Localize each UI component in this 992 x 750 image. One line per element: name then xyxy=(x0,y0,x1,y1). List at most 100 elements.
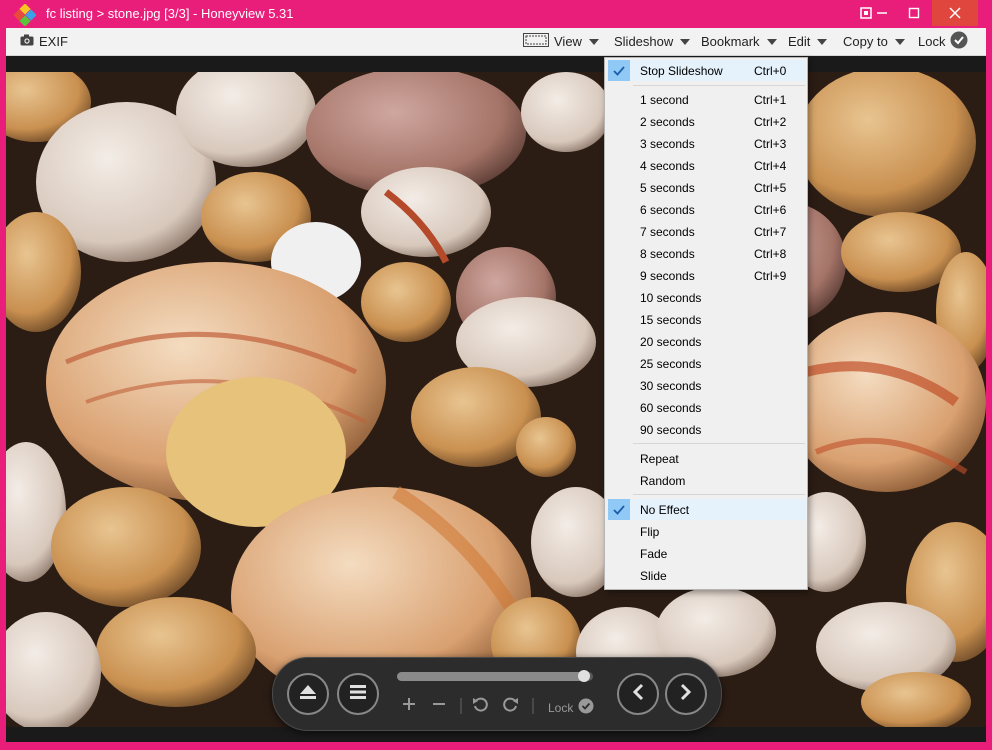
slideshow-label: Slideshow xyxy=(614,34,674,49)
honeyview-logo-icon xyxy=(13,3,37,27)
edit-menu-button[interactable]: Edit xyxy=(788,28,828,55)
menu-item-interval[interactable]: 3 seconds Ctrl+3 xyxy=(607,133,805,154)
menu-item-interval[interactable]: 30 seconds xyxy=(607,375,805,396)
bookmark-menu-button[interactable]: Bookmark xyxy=(701,28,777,55)
zoom-in-button[interactable] xyxy=(399,696,419,716)
view-label: View xyxy=(554,34,582,49)
lock-label: Lock xyxy=(918,34,946,49)
menu-item-stop-slideshow[interactable]: Stop Slideshow Ctrl+0 xyxy=(607,60,805,81)
menu-item-interval[interactable]: 8 seconds Ctrl+8 xyxy=(607,243,805,264)
menu-item-slide[interactable]: Slide xyxy=(607,565,805,586)
menu-item-interval[interactable]: 15 seconds xyxy=(607,309,805,330)
menu-item-interval[interactable]: 6 seconds Ctrl+6 xyxy=(607,199,805,220)
menu-item-interval[interactable]: 7 seconds Ctrl+7 xyxy=(607,221,805,242)
next-button[interactable] xyxy=(665,673,707,715)
chevron-left-icon xyxy=(631,683,645,706)
bookmark-label: Bookmark xyxy=(701,34,760,49)
menu-item-interval[interactable]: 25 seconds xyxy=(607,353,805,374)
hud-lock-toggle[interactable]: Lock xyxy=(548,698,594,717)
image-viewer[interactable] xyxy=(6,56,986,742)
menu-item-interval[interactable]: 10 seconds xyxy=(607,287,805,308)
camera-icon xyxy=(20,34,34,49)
check-circle-icon xyxy=(950,31,968,52)
menu-item-interval[interactable]: 60 seconds xyxy=(607,397,805,418)
main-toolbar: EXIF View Slideshow Bookmark Edit Copy t… xyxy=(6,28,986,56)
menu-item-label: 10 seconds xyxy=(640,291,702,305)
check-circle-icon xyxy=(578,698,594,717)
menu-item-shortcut: Ctrl+8 xyxy=(754,247,787,261)
previous-button[interactable] xyxy=(617,673,659,715)
slideshow-menu-button[interactable]: Slideshow xyxy=(614,28,691,55)
close-button[interactable] xyxy=(932,0,978,26)
menu-item-label: Random xyxy=(640,474,686,488)
menu-item-random[interactable]: Random xyxy=(607,470,805,491)
menu-item-fade[interactable]: Fade xyxy=(607,543,805,564)
menu-item-shortcut: Ctrl+4 xyxy=(754,159,787,173)
menu-item-label: Fade xyxy=(640,547,668,561)
chevron-down-icon xyxy=(894,38,905,45)
menu-item-label: 30 seconds xyxy=(640,379,702,393)
menu-item-interval[interactable]: 2 seconds Ctrl+2 xyxy=(607,111,805,132)
playback-controller: Lock xyxy=(272,657,722,731)
menu-separator xyxy=(633,443,805,444)
menu-button[interactable] xyxy=(337,673,379,715)
menu-item-shortcut: Ctrl+0 xyxy=(754,64,787,78)
maximize-button[interactable] xyxy=(898,0,930,26)
menu-item-label: No Effect xyxy=(640,503,690,517)
menu-item-label: Stop Slideshow xyxy=(640,64,723,78)
menu-item-label: 25 seconds xyxy=(640,357,702,371)
view-menu[interactable]: View xyxy=(523,28,599,55)
menu-item-interval[interactable]: 20 seconds xyxy=(607,331,805,352)
menu-item-interval[interactable]: 90 seconds xyxy=(607,419,805,440)
menu-item-shortcut: Ctrl+9 xyxy=(754,269,787,283)
seek-bar-handle[interactable] xyxy=(578,670,591,682)
menu-item-interval[interactable]: 9 seconds Ctrl+9 xyxy=(607,265,805,286)
chevron-down-icon xyxy=(766,38,777,45)
eject-button[interactable] xyxy=(287,673,329,715)
menu-item-label: 20 seconds xyxy=(640,335,702,349)
hamburger-icon xyxy=(349,684,367,705)
exif-button[interactable]: EXIF xyxy=(20,28,68,55)
edit-label: Edit xyxy=(788,34,811,49)
menu-item-label: Repeat xyxy=(640,452,679,466)
menu-item-repeat[interactable]: Repeat xyxy=(607,448,805,469)
menu-item-shortcut: Ctrl+3 xyxy=(754,137,787,151)
menu-item-label: 3 seconds xyxy=(640,137,695,151)
minimize-button[interactable] xyxy=(866,0,898,26)
chevron-down-icon xyxy=(680,38,691,45)
menu-item-flip[interactable]: Flip xyxy=(607,521,805,542)
menu-item-interval[interactable]: 1 second Ctrl+1 xyxy=(607,89,805,110)
menu-item-label: 60 seconds xyxy=(640,401,702,415)
menu-item-label: 7 seconds xyxy=(640,225,695,239)
window-title: fc listing > stone.jpg [3/3] - Honeyview… xyxy=(46,6,294,21)
zoom-out-button[interactable] xyxy=(429,696,449,716)
fit-screen-icon xyxy=(523,33,549,50)
chevron-right-icon xyxy=(679,683,693,706)
lock-toggle[interactable]: Lock xyxy=(918,28,968,55)
chevron-down-icon xyxy=(817,38,828,45)
menu-item-label: 6 seconds xyxy=(640,203,695,217)
menu-separator xyxy=(633,85,805,86)
menu-item-shortcut: Ctrl+2 xyxy=(754,115,787,129)
copyto-label: Copy to xyxy=(843,34,888,49)
menu-item-no-effect[interactable]: No Effect xyxy=(607,499,805,520)
rotate-right-button[interactable] xyxy=(501,696,521,716)
menu-item-interval[interactable]: 4 seconds Ctrl+4 xyxy=(607,155,805,176)
exif-label: EXIF xyxy=(39,34,68,49)
menu-item-label: 4 seconds xyxy=(640,159,695,173)
checkmark-icon xyxy=(608,499,630,520)
title-bar: fc listing > stone.jpg [3/3] - Honeyview… xyxy=(0,0,992,28)
stone-photo xyxy=(6,72,986,727)
chevron-down-icon xyxy=(588,38,599,45)
hud-divider xyxy=(459,696,463,716)
menu-item-label: 5 seconds xyxy=(640,181,695,195)
rotate-left-button[interactable] xyxy=(470,696,490,716)
menu-item-label: 8 seconds xyxy=(640,247,695,261)
seek-bar[interactable] xyxy=(397,670,593,682)
menu-item-shortcut: Ctrl+1 xyxy=(754,93,787,107)
hud-divider xyxy=(531,696,535,716)
menu-item-interval[interactable]: 5 seconds Ctrl+5 xyxy=(607,177,805,198)
copyto-menu-button[interactable]: Copy to xyxy=(843,28,905,55)
slideshow-dropdown-menu: Stop Slideshow Ctrl+0 1 second Ctrl+1 2 s… xyxy=(604,57,808,590)
menu-item-label: 9 seconds xyxy=(640,269,695,283)
